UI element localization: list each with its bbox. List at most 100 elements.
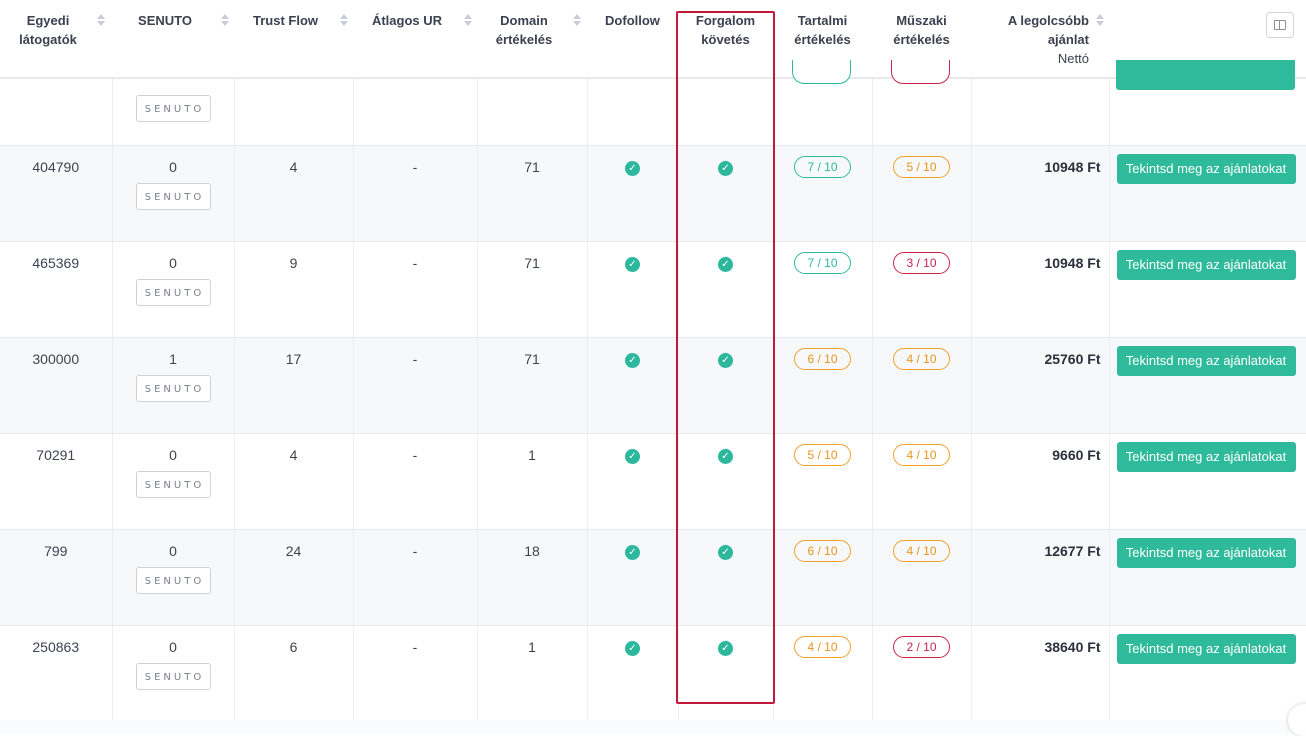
table-row: 250863 0 SENUTO 6 - 1 ✓ ✓ 4 / 10 2 / 10 3… xyxy=(0,625,1306,722)
view-offers-button[interactable]: Tekintsd meg az ajánlatokat xyxy=(1116,633,1296,664)
trust-flow-value: 9 xyxy=(289,254,298,271)
check-circle-icon: ✓ xyxy=(718,641,733,656)
senuto-value: 0 xyxy=(169,638,177,655)
content-rating-badge: 6 / 10 xyxy=(794,347,851,370)
view-offers-button[interactable]: Tekintsd meg az ajánlatokat xyxy=(1116,249,1296,280)
technical-rating-badge: 4 / 10 xyxy=(893,539,950,562)
view-offers-button[interactable]: Tekintsd meg az ajánlatokat xyxy=(1116,441,1296,472)
senuto-logo-button[interactable]: SENUTO xyxy=(135,95,211,122)
view-offers-button[interactable]: Tekintsd meg az ajánlatokat xyxy=(1116,537,1296,568)
trust-flow-value: 17 xyxy=(285,350,302,367)
header-unique-visitors[interactable]: Egyedi látogatók xyxy=(0,0,112,79)
price-value: 38640 Ft xyxy=(1044,638,1101,655)
technical-rating-badge-partial xyxy=(891,60,950,84)
header-lowest-offer[interactable]: A legolcsóbb ajánlat Nettó xyxy=(971,0,1109,79)
sort-icon[interactable] xyxy=(340,14,348,27)
check-circle-icon: ✓ xyxy=(625,257,640,272)
price-value: 9660 Ft xyxy=(1052,446,1101,463)
visitors-value: 70291 xyxy=(36,446,76,463)
senuto-logo-button[interactable]: SENUTO xyxy=(135,182,211,210)
trust-flow-value: 4 xyxy=(289,158,298,175)
table-row: 799 0 SENUTO 24 - 18 ✓ ✓ 6 / 10 4 / 10 12… xyxy=(0,529,1306,626)
visitors-value: 799 xyxy=(44,542,68,559)
price-value: 10948 Ft xyxy=(1044,254,1101,271)
avg-ur-value: - xyxy=(412,350,418,367)
senuto-value: 0 xyxy=(169,254,177,271)
senuto-logo-button[interactable]: SENUTO xyxy=(135,374,211,402)
price-value: 25760 Ft xyxy=(1044,350,1101,367)
senuto-logo-button[interactable]: SENUTO xyxy=(135,470,211,498)
header-avg-ur[interactable]: Átlagos UR xyxy=(353,0,477,79)
table-row: 300000 1 SENUTO 17 - 71 ✓ ✓ 6 / 10 4 / 10… xyxy=(0,337,1306,434)
table-row: 70291 0 SENUTO 4 - 1 ✓ ✓ 5 / 10 4 / 10 96… xyxy=(0,433,1306,530)
senuto-value: 1 xyxy=(169,350,177,367)
senuto-value: 0 xyxy=(169,446,177,463)
domain-rating-value: 1 xyxy=(528,638,536,655)
sites-table: Egyedi látogatók SENUTO Trust Flow Átlag… xyxy=(0,0,1306,722)
trust-flow-value: 6 xyxy=(289,638,298,655)
domain-rating-value: 71 xyxy=(524,254,540,271)
table-row: 404790 0 SENUTO 4 - 71 ✓ ✓ 7 / 10 5 / 10 … xyxy=(0,145,1306,242)
header-domain-rating[interactable]: Domain értékelés xyxy=(477,0,587,79)
technical-rating-badge: 4 / 10 xyxy=(893,347,950,370)
sort-icon[interactable] xyxy=(97,14,105,27)
table-row: 465369 0 SENUTO 9 - 71 ✓ ✓ 7 / 10 3 / 10 … xyxy=(0,241,1306,338)
view-offers-button-partial[interactable] xyxy=(1116,60,1295,90)
sort-icon[interactable] xyxy=(464,14,472,27)
check-circle-icon: ✓ xyxy=(625,545,640,560)
check-circle-icon: ✓ xyxy=(718,353,733,368)
trust-flow-value: 24 xyxy=(285,542,302,559)
domain-rating-value: 1 xyxy=(528,446,536,463)
senuto-logo-button[interactable]: SENUTO xyxy=(135,566,211,594)
view-offers-button[interactable]: Tekintsd meg az ajánlatokat xyxy=(1116,345,1296,376)
technical-rating-badge: 4 / 10 xyxy=(893,443,950,466)
visitors-value: 300000 xyxy=(32,350,80,367)
visitors-value: 404790 xyxy=(32,158,80,175)
technical-rating-badge: 2 / 10 xyxy=(893,635,950,658)
check-circle-icon: ✓ xyxy=(625,161,640,176)
sort-icon[interactable] xyxy=(221,14,229,27)
senuto-value: 0 xyxy=(169,158,177,175)
trust-flow-value: 4 xyxy=(289,446,298,463)
sort-icon[interactable] xyxy=(573,14,581,27)
visitors-value: 465369 xyxy=(32,254,80,271)
sort-icon[interactable] xyxy=(1096,14,1104,27)
check-circle-icon: ✓ xyxy=(718,449,733,464)
view-offers-button[interactable]: Tekintsd meg az ajánlatokat xyxy=(1116,153,1296,184)
columns-toggle-icon xyxy=(1274,20,1286,30)
price-value: 10948 Ft xyxy=(1044,158,1101,175)
domain-rating-value: 71 xyxy=(524,158,540,175)
senuto-logo-button[interactable]: SENUTO xyxy=(135,662,211,690)
content-rating-badge: 4 / 10 xyxy=(794,635,851,658)
avg-ur-value: - xyxy=(412,446,418,463)
columns-toggle-button[interactable] xyxy=(1266,12,1294,38)
check-circle-icon: ✓ xyxy=(718,161,733,176)
check-circle-icon: ✓ xyxy=(625,353,640,368)
avg-ur-value: - xyxy=(412,542,418,559)
avg-ur-value: - xyxy=(412,638,418,655)
avg-ur-value: - xyxy=(412,158,418,175)
bottom-edge xyxy=(0,720,1306,734)
table-row: SENUTO xyxy=(0,78,1306,146)
content-rating-badge: 7 / 10 xyxy=(794,155,851,178)
header-trust-flow[interactable]: Trust Flow xyxy=(234,0,353,79)
senuto-logo-button[interactable]: SENUTO xyxy=(135,278,211,306)
content-rating-badge-partial xyxy=(792,60,851,84)
header-dofollow: Dofollow xyxy=(587,0,678,79)
check-circle-icon: ✓ xyxy=(718,257,733,272)
visitors-value: 250863 xyxy=(32,638,80,655)
price-value: 12677 Ft xyxy=(1044,542,1101,559)
domain-rating-value: 71 xyxy=(524,350,540,367)
header-traffic-tracking: Forgalom követés xyxy=(678,0,773,79)
check-circle-icon: ✓ xyxy=(625,449,640,464)
technical-rating-badge: 5 / 10 xyxy=(893,155,950,178)
domain-rating-value: 18 xyxy=(524,542,540,559)
content-rating-badge: 5 / 10 xyxy=(794,443,851,466)
content-rating-badge: 6 / 10 xyxy=(794,539,851,562)
check-circle-icon: ✓ xyxy=(718,545,733,560)
technical-rating-badge: 3 / 10 xyxy=(893,251,950,274)
content-rating-badge: 7 / 10 xyxy=(794,251,851,274)
senuto-value: 0 xyxy=(169,542,177,559)
header-senuto[interactable]: SENUTO xyxy=(112,0,234,79)
check-circle-icon: ✓ xyxy=(625,641,640,656)
